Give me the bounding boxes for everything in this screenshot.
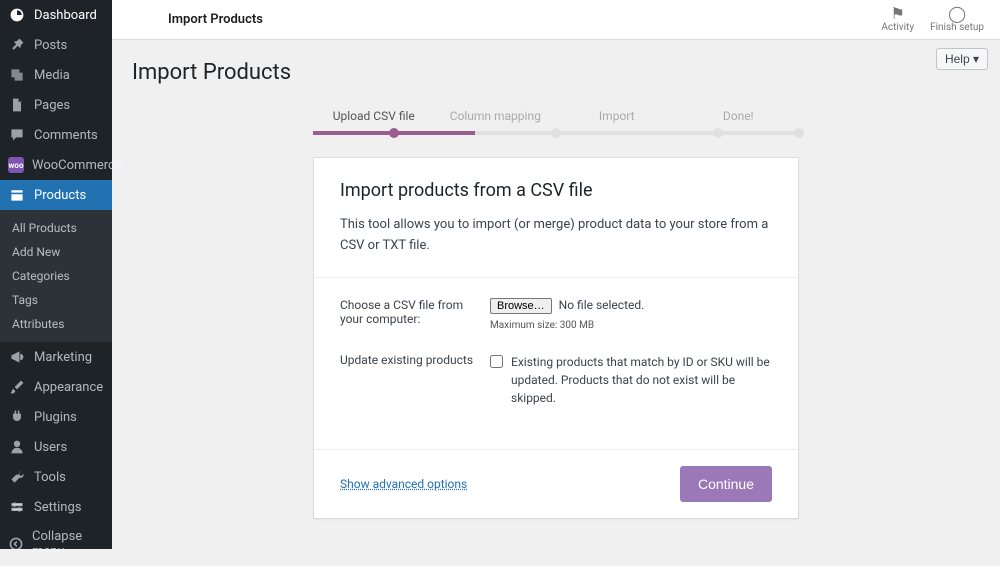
import-card: Import products from a CSV file This too… — [313, 157, 799, 519]
submenu-attributes[interactable]: Attributes — [0, 312, 112, 336]
submenu-all-products[interactable]: All Products — [0, 216, 112, 240]
sidebar-label: Media — [34, 68, 70, 83]
card-footer: Show advanced options Continue — [314, 449, 798, 518]
sidebar-label: Pages — [34, 98, 70, 113]
step-progress-line — [313, 131, 799, 135]
activity-label: Activity — [881, 22, 914, 33]
sidebar-label: Tools — [34, 470, 66, 485]
update-existing-row: Update existing products Existing produc… — [340, 353, 772, 407]
page-title: Import Products — [132, 60, 980, 85]
step-done: Done! — [678, 109, 800, 133]
card-header: Import products from a CSV file This too… — [314, 158, 798, 278]
woocommerce-icon: woo — [8, 157, 24, 173]
user-icon — [8, 439, 26, 455]
sidebar-label: Products — [34, 188, 86, 203]
step-import: Import — [556, 109, 678, 133]
admin-sidebar: Dashboard Posts Media Pages Comments woo… — [0, 0, 112, 549]
sidebar-label: Collapse menu — [32, 529, 104, 559]
sidebar-item-comments[interactable]: Comments — [0, 120, 112, 150]
show-advanced-link[interactable]: Show advanced options — [340, 477, 467, 491]
sidebar-label: Dashboard — [34, 8, 97, 23]
sidebar-label: Settings — [34, 500, 81, 515]
dashboard-icon — [8, 7, 26, 23]
sidebar-item-pages[interactable]: Pages — [0, 90, 112, 120]
pin-icon — [8, 37, 26, 53]
sidebar-label: Plugins — [34, 410, 77, 425]
step-label: Import — [556, 109, 678, 133]
submenu-add-new[interactable]: Add New — [0, 240, 112, 264]
sidebar-label: Appearance — [34, 380, 103, 395]
collapse-icon — [8, 536, 24, 552]
page-icon — [8, 97, 26, 113]
sidebar-label: Users — [34, 440, 67, 455]
content-area: Help ▾ Import Products Upload CSV file C… — [112, 40, 1000, 549]
sidebar-item-users[interactable]: Users — [0, 432, 112, 462]
update-existing-label: Update existing products — [340, 353, 490, 367]
sidebar-item-woocommerce[interactable]: woo WooCommerce — [0, 150, 112, 180]
sidebar-item-posts[interactable]: Posts — [0, 30, 112, 60]
products-icon — [8, 187, 26, 203]
sidebar-label: WooCommerce — [32, 158, 122, 173]
top-bar: Import Products ⚑ Activity ◯ Finish setu… — [112, 0, 1000, 40]
max-size-hint: Maximum size: 300 MB — [490, 320, 772, 331]
sidebar-item-settings[interactable]: Settings — [0, 492, 112, 522]
sidebar-label: Marketing — [34, 350, 92, 365]
topbar-title: Import Products — [168, 12, 263, 27]
sidebar-item-marketing[interactable]: Marketing — [0, 342, 112, 372]
sidebar-label: Comments — [34, 128, 98, 143]
topbar-actions: ⚑ Activity ◯ Finish setup — [881, 6, 984, 33]
step-label: Upload CSV file — [313, 109, 435, 133]
sidebar-item-collapse[interactable]: Collapse menu — [0, 522, 112, 566]
file-status: No file selected. — [559, 298, 645, 312]
media-icon — [8, 67, 26, 83]
help-button[interactable]: Help ▾ — [936, 48, 988, 70]
products-submenu: All Products Add New Categories Tags Att… — [0, 210, 112, 342]
activity-button[interactable]: ⚑ Activity — [881, 6, 914, 33]
finish-label: Finish setup — [930, 22, 984, 33]
comment-icon — [8, 127, 26, 143]
step-label: Done! — [678, 109, 800, 133]
choose-file-label: Choose a CSV file from your computer: — [340, 298, 490, 326]
card-description: This tool allows you to import (or merge… — [340, 215, 772, 257]
card-title: Import products from a CSV file — [340, 180, 772, 201]
flag-icon: ⚑ — [891, 6, 905, 22]
sidebar-label: Posts — [34, 38, 67, 53]
stepper: Upload CSV file Column mapping Import Do… — [313, 109, 799, 135]
card-body: Choose a CSV file from your computer: Br… — [314, 278, 798, 449]
plug-icon — [8, 409, 26, 425]
step-upload: Upload CSV file — [313, 109, 435, 133]
sidebar-item-media[interactable]: Media — [0, 60, 112, 90]
wrench-icon — [8, 469, 26, 485]
sidebar-item-products[interactable]: Products — [0, 180, 112, 210]
update-existing-description: Existing products that match by ID or SK… — [511, 353, 772, 407]
choose-file-row: Choose a CSV file from your computer: Br… — [340, 298, 772, 331]
submenu-categories[interactable]: Categories — [0, 264, 112, 288]
circle-icon: ◯ — [948, 6, 966, 22]
sidebar-item-dashboard[interactable]: Dashboard — [0, 0, 112, 30]
settings-icon — [8, 499, 26, 515]
sidebar-item-tools[interactable]: Tools — [0, 462, 112, 492]
megaphone-icon — [8, 349, 26, 365]
brush-icon — [8, 379, 26, 395]
finish-setup-button[interactable]: ◯ Finish setup — [930, 6, 984, 33]
update-existing-checkbox[interactable] — [490, 355, 503, 368]
sidebar-item-plugins[interactable]: Plugins — [0, 402, 112, 432]
step-label: Column mapping — [435, 109, 557, 133]
sidebar-item-appearance[interactable]: Appearance — [0, 372, 112, 402]
continue-button[interactable]: Continue — [680, 466, 772, 502]
browse-button[interactable]: Browse… — [490, 298, 552, 314]
submenu-tags[interactable]: Tags — [0, 288, 112, 312]
step-column-mapping: Column mapping — [435, 109, 557, 133]
